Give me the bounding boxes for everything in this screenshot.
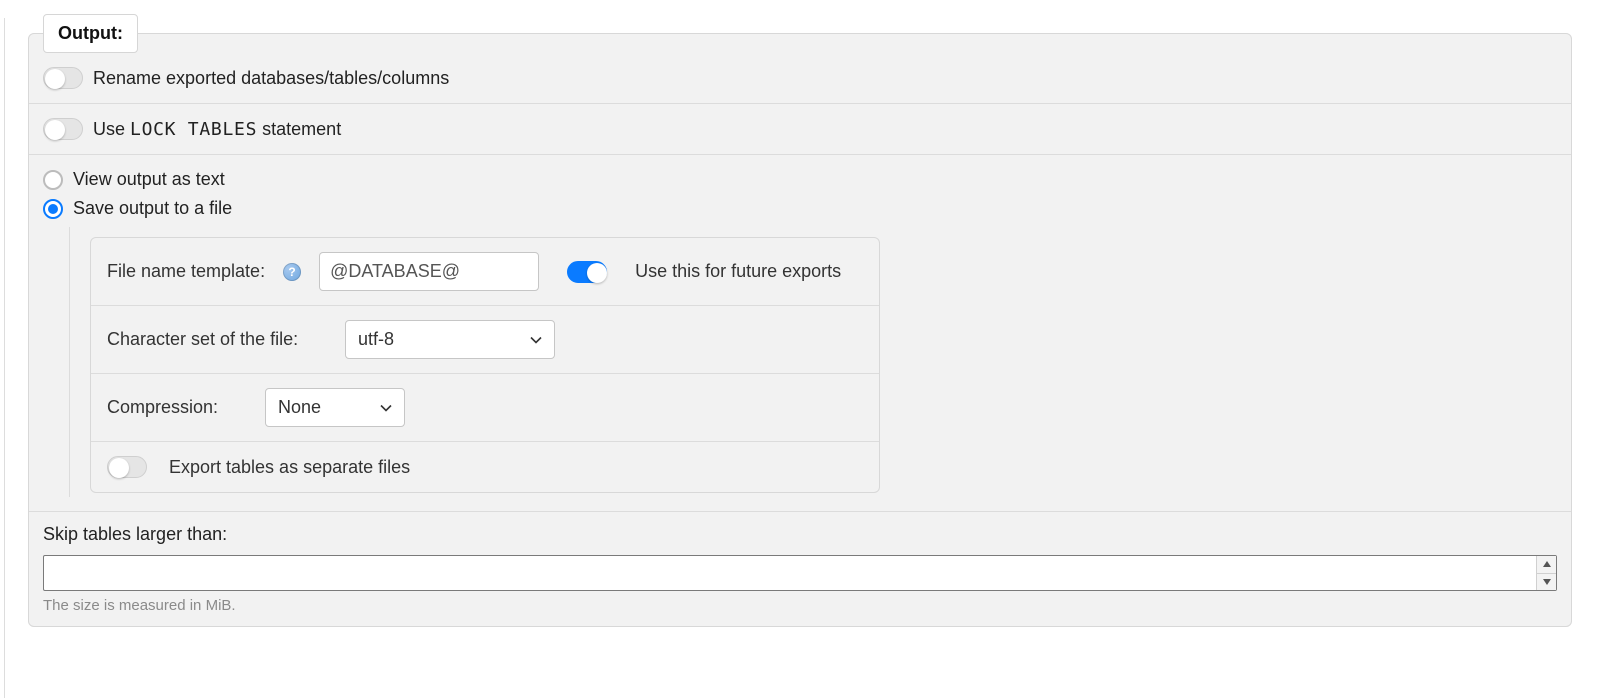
output-legend: Output: [43,14,138,53]
file-options-table: File name template: ? Use this for futur… [90,237,880,493]
charset-value: utf-8 [358,329,394,350]
compression-row: Compression: None [91,373,879,441]
lock-tables-toggle[interactable] [43,118,83,140]
lock-code: LOCK TABLES [130,119,257,140]
skip-tables-hint: The size is measured in MiB. [43,597,1557,614]
view-as-text-option[interactable]: View output as text [43,169,1557,190]
lock-suffix: statement [257,119,341,139]
rename-toggle[interactable] [43,67,83,89]
lock-prefix: Use [93,119,130,139]
future-exports-label: Use this for future exports [635,261,841,282]
rename-label: Rename exported databases/tables/columns [93,68,449,89]
export-separate-row: Export tables as separate files [91,441,879,492]
output-fieldset: Output: Rename exported databases/tables… [28,14,1572,627]
export-separate-label: Export tables as separate files [169,457,410,478]
view-as-text-label: View output as text [73,169,225,190]
compression-select[interactable]: None [265,388,405,427]
skip-tables-input[interactable] [44,556,1536,590]
filename-template-row: File name template: ? Use this for futur… [91,238,879,305]
skip-tables-label: Skip tables larger than: [43,524,1557,545]
charset-label: Character set of the file: [107,329,327,350]
rename-row: Rename exported databases/tables/columns [29,53,1571,103]
future-exports-toggle[interactable] [567,261,607,283]
skip-tables-input-wrap [43,555,1557,591]
lock-tables-row: Use LOCK TABLES statement [29,103,1571,154]
help-icon[interactable]: ? [283,263,301,281]
compression-label: Compression: [107,397,247,418]
left-rule [4,18,5,698]
view-as-text-radio[interactable] [43,170,63,190]
chevron-down-icon [530,334,542,346]
skip-tables-section: Skip tables larger than: The size is mea… [29,511,1571,626]
save-to-file-subgroup: File name template: ? Use this for futur… [69,227,1557,497]
compression-value: None [278,397,321,418]
chevron-down-icon [380,402,392,414]
stepper-up-button[interactable] [1537,556,1556,574]
save-to-file-option[interactable]: Save output to a file [43,198,1557,219]
charset-select[interactable]: utf-8 [345,320,555,359]
export-separate-toggle[interactable] [107,456,147,478]
save-to-file-label: Save output to a file [73,198,232,219]
quantity-stepper [1536,556,1556,590]
charset-row: Character set of the file: utf-8 [91,305,879,373]
save-to-file-radio[interactable] [43,199,63,219]
stepper-down-button[interactable] [1537,574,1556,591]
filename-template-label: File name template: [107,261,265,282]
filename-template-input[interactable] [319,252,539,291]
output-destination-group: View output as text Save output to a fil… [29,154,1571,511]
lock-tables-label: Use LOCK TABLES statement [93,119,341,140]
